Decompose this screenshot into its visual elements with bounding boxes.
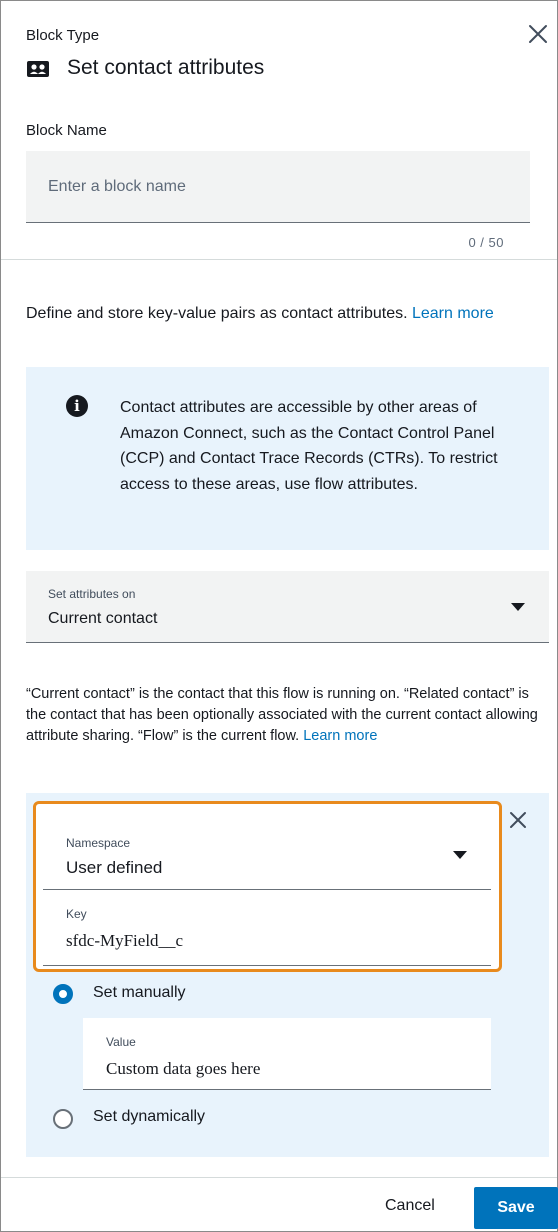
remove-attribute-icon[interactable] bbox=[507, 809, 529, 831]
save-button[interactable]: Save bbox=[474, 1187, 558, 1229]
block-type-label: Block Type bbox=[26, 27, 100, 44]
set-attributes-on-value: Current contact bbox=[48, 610, 158, 627]
value-input[interactable] bbox=[106, 1056, 476, 1082]
set-dynamically-label: Set dynamically bbox=[93, 1108, 206, 1125]
set-manually-label: Set manually bbox=[93, 984, 186, 1001]
set-attributes-on-select[interactable] bbox=[26, 571, 549, 643]
contact-types-description: “Current contact” is the contact that th… bbox=[26, 684, 551, 747]
learn-more-link[interactable]: Learn more bbox=[412, 305, 494, 322]
description-text: Define and store key-value pairs as cont… bbox=[26, 305, 412, 322]
info-icon: i bbox=[66, 395, 88, 417]
key-label: Key bbox=[66, 907, 87, 921]
block-config-panel: Block Type Set contact attributes Block … bbox=[0, 0, 558, 1232]
page-title: Set contact attributes bbox=[67, 56, 265, 79]
learn-more-link-2[interactable]: Learn more bbox=[303, 728, 377, 744]
block-name-input[interactable] bbox=[26, 151, 530, 223]
set-dynamically-radio[interactable] bbox=[53, 1109, 73, 1129]
namespace-caret-down-icon bbox=[453, 851, 467, 859]
footer-divider bbox=[1, 1177, 557, 1178]
namespace-value: User defined bbox=[66, 858, 163, 877]
block-description: Define and store key-value pairs as cont… bbox=[26, 300, 551, 328]
contact-card-icon bbox=[27, 61, 49, 77]
namespace-label: Namespace bbox=[66, 836, 131, 850]
set-attributes-on-label: Set attributes on bbox=[48, 587, 136, 601]
block-name-label: Block Name bbox=[26, 122, 107, 139]
cancel-button[interactable]: Cancel bbox=[385, 1197, 435, 1215]
contact-types-text: “Current contact” is the contact that th… bbox=[26, 686, 538, 744]
value-label: Value bbox=[106, 1035, 136, 1049]
key-input[interactable] bbox=[66, 928, 466, 954]
namespace-select[interactable] bbox=[43, 811, 491, 890]
section-divider bbox=[1, 259, 557, 260]
character-count: 0 / 50 bbox=[468, 235, 504, 250]
close-icon[interactable] bbox=[525, 21, 551, 47]
set-manually-radio[interactable] bbox=[53, 984, 73, 1004]
caret-down-icon bbox=[511, 603, 525, 611]
info-alert-text: Contact attributes are accessible by oth… bbox=[120, 399, 498, 493]
